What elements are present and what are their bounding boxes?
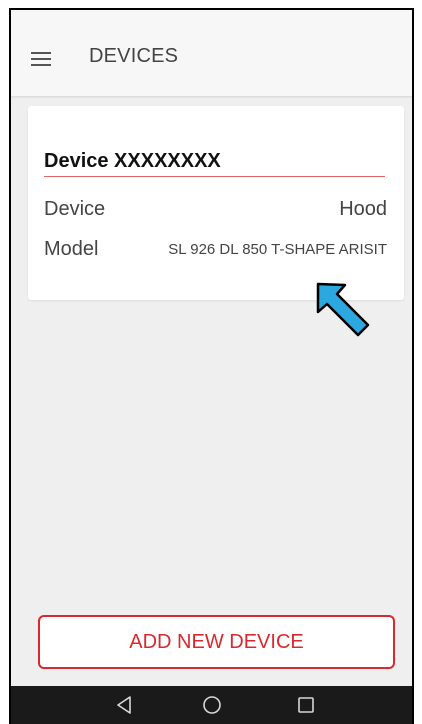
device-type-label: Device [44,198,106,220]
back-triangle-icon[interactable] [113,693,137,717]
annotation-arrow-icon [316,282,370,337]
recents-square-icon[interactable] [294,693,318,717]
hamburger-menu-icon[interactable] [31,52,51,66]
device-name-divider [44,176,385,177]
model-label: Model [44,238,99,260]
add-new-device-button[interactable]: ADD NEW DEVICE [38,615,395,669]
android-nav-bar [11,686,412,724]
app-bar: DEVICES [11,10,412,96]
page-title: DEVICES [89,45,179,67]
device-name: Device XXXXXXXX [44,150,221,172]
device-card[interactable]: Device XXXXXXXX Device Hood Model SL 926… [28,106,404,300]
device-type-value: Hood [339,198,387,220]
home-circle-icon[interactable] [200,693,224,717]
phone-screen: DEVICES Device XXXXXXXX Device Hood Mode… [9,8,414,724]
model-value: SL 926 DL 850 T-SHAPE ARISIT [168,241,387,258]
